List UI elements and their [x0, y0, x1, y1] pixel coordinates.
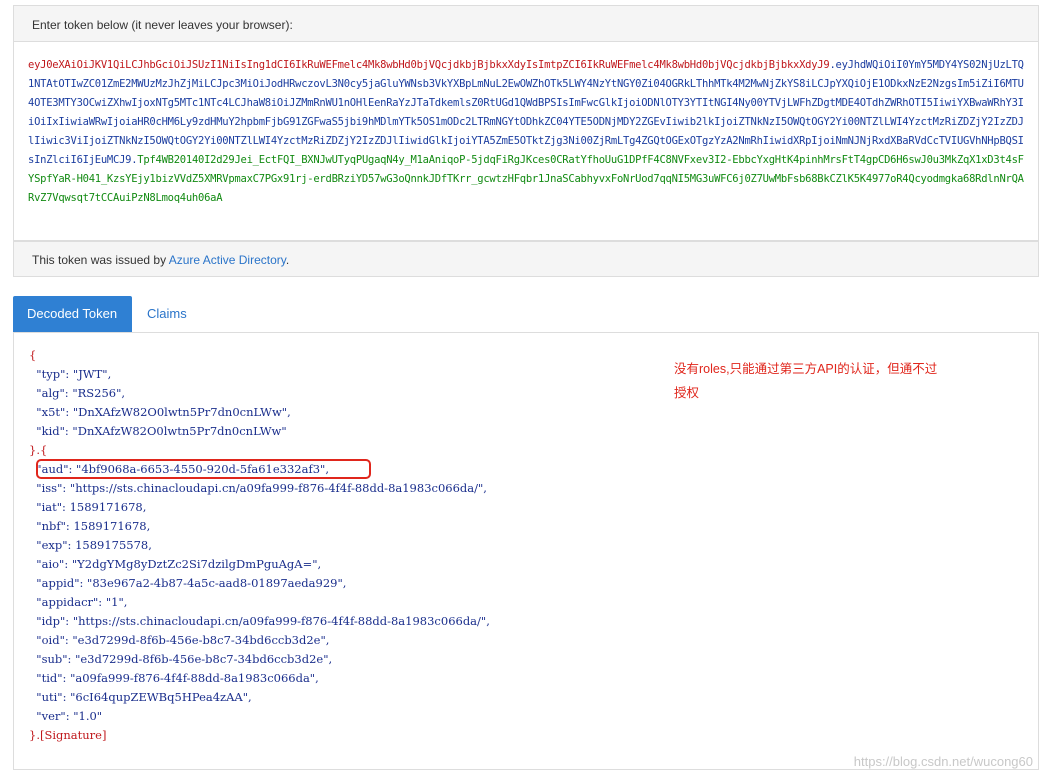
annotation-note: 没有roles,只能通过第三方API的认证，但通不过授权 — [674, 362, 938, 400]
decoded-line: "x5t": "DnXAfzW82O0lwtn5Pr7dn0cnLWw", — [29, 405, 291, 419]
decoded-line: "typ": "JWT", — [29, 367, 112, 381]
decoded-line: "appid": "83e967a2-4b87-4a5c-aad8-01897a… — [29, 576, 347, 590]
decoded-line: "alg": "RS256", — [29, 386, 126, 400]
decoded-line: "ver": "1.0" — [29, 709, 103, 723]
token-signature-part: Tpf4WB20140I2d29Jei_EctFQI_BXNJwUTyqPUga… — [28, 154, 1024, 204]
decoded-line: "tid": "a09fa999-f876-4f4f-88dd-8a1983c0… — [29, 671, 319, 685]
watermark: https://blog.csdn.net/wucong60 — [853, 754, 1033, 769]
decoded-line: "idp": "https://sts.chinacloudapi.cn/a09… — [29, 614, 490, 628]
decoded-line: "appidacr": "1", — [29, 595, 128, 609]
token-header-part: eyJ0eXAiOiJKV1QiLCJhbGciOiJSUzI1NiIsIng1… — [28, 59, 830, 71]
decoded-line: "sub": "e3d7299d-8f6b-456e-b8c7-34bd6ccb… — [29, 652, 333, 666]
decoded-line: "oid": "e3d7299d-8f6b-456e-b8c7-34bd6ccb… — [29, 633, 330, 647]
decoded-json: { "typ": "JWT", "alg": "RS256", "x5t": "… — [29, 346, 490, 745]
encoded-token[interactable]: eyJ0eXAiOiJKV1QiLCJhbGciOiJSUzI1NiIsIng1… — [28, 56, 1024, 208]
decoded-line: "uti": "6cI64qupZEWBq5HPea4zAA", — [29, 690, 252, 704]
token-payload-part: eyJhdWQiOiI0YmY5MDY4YS02NjUzLTQ1NTAtOTIw… — [28, 59, 1024, 166]
decoded-line: "aio": "Y2dgYMg8yDztZc2Si7dzilgDmPguAgA=… — [29, 557, 322, 571]
decoded-line: }.[Signature] — [29, 728, 107, 742]
decoded-line: }.{ — [29, 443, 48, 457]
decoded-line: "nbf": 1589171678, — [29, 519, 151, 533]
issuer-bar: This token was issued by Azure Active Di… — [13, 241, 1039, 277]
decoded-line: "iss": "https://sts.chinacloudapi.cn/a09… — [29, 481, 487, 495]
issuer-prefix: This token was issued by — [32, 253, 169, 267]
issuer-link[interactable]: Azure Active Directory — [169, 253, 286, 267]
decoded-line: "kid": "DnXAfzW82O0lwtn5Pr7dn0cnLWw" — [29, 424, 287, 438]
token-input-label: Enter token below (it never leaves your … — [32, 18, 293, 32]
token-input-header: Enter token below (it never leaves your … — [13, 5, 1039, 42]
decoded-line: "iat": 1589171678, — [29, 500, 147, 514]
decoded-token-panel: { "typ": "JWT", "alg": "RS256", "x5t": "… — [13, 332, 1039, 770]
aud-highlight-box — [36, 459, 371, 479]
token-input-area[interactable]: eyJ0eXAiOiJKV1QiLCJhbGciOiJSUzI1NiIsIng1… — [13, 41, 1039, 241]
decoded-line: { — [29, 348, 37, 362]
tab-decoded-token[interactable]: Decoded Token — [13, 296, 132, 332]
issuer-suffix: . — [285, 253, 290, 267]
decoded-line: "exp": 1589175578, — [29, 538, 152, 552]
